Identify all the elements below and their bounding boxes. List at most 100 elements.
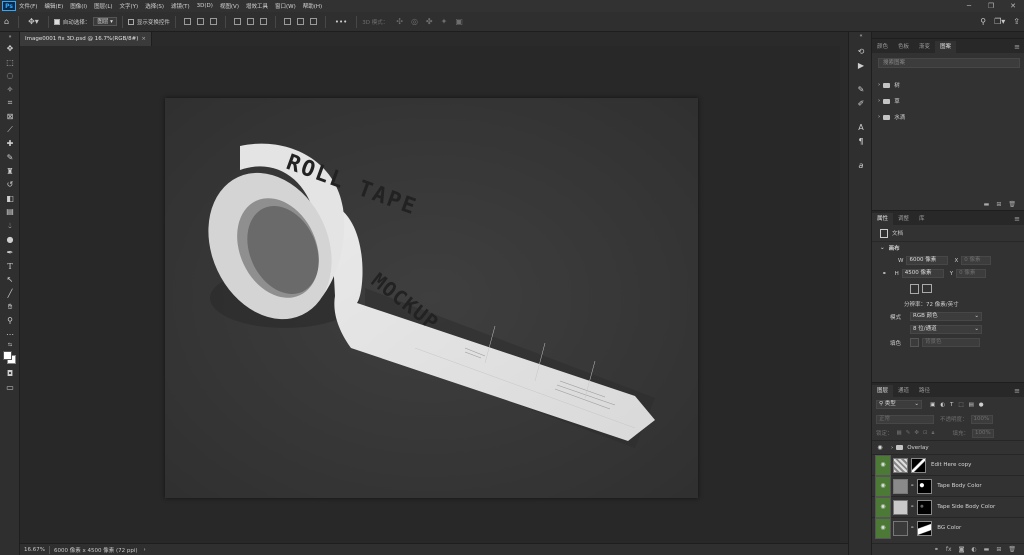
lock-pixels-icon[interactable]: ▦ <box>897 430 902 436</box>
link-icon[interactable]: ⚭ <box>934 546 939 553</box>
brushes-panel-icon[interactable]: ✐ <box>849 96 873 110</box>
character-panel-icon[interactable]: A <box>849 120 873 134</box>
filter-toggle-icon[interactable]: ● <box>979 402 984 408</box>
distribute-center-icon[interactable] <box>296 18 304 25</box>
menu-3d[interactable]: 3D(D) <box>197 3 213 9</box>
new-layer-icon[interactable]: ⊞ <box>996 546 1001 553</box>
menu-type[interactable]: 文字(Y) <box>120 2 139 10</box>
y-field[interactable]: 0 像素 <box>956 269 987 278</box>
group-icon[interactable]: ▬ <box>984 546 990 553</box>
blend-mode-dropdown[interactable]: 正常 <box>876 414 934 424</box>
align-right-icon[interactable] <box>209 18 217 25</box>
layer-row[interactable]: ◉ ⚭ Tape Body Color <box>872 475 1024 497</box>
eraser-tool-icon[interactable]: ◧ <box>0 192 20 206</box>
bit-depth-dropdown[interactable]: 8 位/通道 ⌄ <box>910 325 982 334</box>
fill-dropdown[interactable]: 背景色 <box>922 338 980 347</box>
pattern-group-trees[interactable]: › 树 <box>872 77 1024 93</box>
menu-select[interactable]: 选择(S) <box>145 2 164 10</box>
tab-layers[interactable]: 图层 <box>872 385 894 397</box>
tab-swatches[interactable]: 色板 <box>893 41 914 53</box>
show-transform-checkbox[interactable] <box>127 18 134 25</box>
chevron-right-icon[interactable]: › <box>878 114 880 120</box>
tab-gradients[interactable]: 渐变 <box>914 41 935 53</box>
line-tool-icon[interactable]: ╱ <box>0 287 20 301</box>
close-document-icon[interactable]: × <box>141 32 146 46</box>
layer-row[interactable]: ◉ ⚭ Tape Side Body Color <box>872 496 1024 518</box>
gradient-tool-icon[interactable]: ▤ <box>0 205 20 219</box>
filter-adjustment-icon[interactable]: ◐ <box>940 402 945 408</box>
camera-3d-icon[interactable]: ▣ <box>455 17 463 26</box>
clone-stamp-tool-icon[interactable]: ♜ <box>0 164 20 178</box>
eye-icon[interactable]: ◉ <box>875 517 891 539</box>
menu-filter[interactable]: 滤镜(T) <box>171 2 190 10</box>
align-bottom-icon[interactable] <box>259 18 267 25</box>
chevron-right-icon[interactable]: › <box>878 82 880 88</box>
align-middle-icon[interactable] <box>246 18 254 25</box>
canvas-section-header[interactable]: ⌄ 画布 <box>872 241 1024 254</box>
eye-icon[interactable]: ◉ <box>875 475 891 497</box>
more-options-button[interactable]: ••• <box>335 18 347 26</box>
hand-tool-icon[interactable]: ✋︎ <box>0 300 20 314</box>
path-selection-tool-icon[interactable]: ↖ <box>0 273 20 287</box>
chevron-right-icon[interactable]: › <box>878 98 880 104</box>
eye-icon[interactable]: ◉ <box>875 454 891 476</box>
filter-smart-icon[interactable]: ▤ <box>969 402 974 408</box>
tab-patterns[interactable]: 图案 <box>935 41 957 53</box>
move-tool-icon[interactable]: ✥ <box>0 42 20 56</box>
link-dimensions-icon[interactable]: ⚭ <box>882 271 887 277</box>
search-icon[interactable]: ⚲ <box>980 17 986 26</box>
fx-icon[interactable]: fx <box>946 546 952 553</box>
width-field[interactable]: 6000 像素 <box>906 256 949 265</box>
layer-row[interactable]: ◉ › Overlay <box>872 440 1024 454</box>
height-field[interactable]: 4500 像素 <box>901 269 944 278</box>
layer-row[interactable]: ◉ ⚭ BG Color <box>872 517 1024 539</box>
pen-tool-icon[interactable]: ✒ <box>0 246 20 260</box>
menu-plugins[interactable]: 增效工具 <box>246 2 268 10</box>
marquee-tool-icon[interactable]: ⬚ <box>0 56 20 70</box>
document-canvas[interactable]: ROLL TAPE MOCKUP <box>165 98 698 498</box>
tab-properties[interactable]: 属性 <box>872 213 894 225</box>
slide-3d-icon[interactable]: ✦ <box>441 17 448 26</box>
pattern-search-input[interactable]: 搜索图案 <box>878 58 1020 68</box>
frame-tool-icon[interactable]: ⊠ <box>0 110 20 124</box>
auto-select-dropdown[interactable]: 图层 ▾ <box>93 17 117 26</box>
edit-toolbar-icon[interactable]: ⋯ <box>0 327 20 341</box>
canvas-vertical-scrollbar[interactable] <box>840 46 848 543</box>
adjustment-icon[interactable]: ◐ <box>971 546 976 553</box>
chevron-down-icon[interactable]: ⌄ <box>880 245 885 251</box>
lock-all-icon[interactable]: 🔒︎ <box>932 430 935 437</box>
history-brush-tool-icon[interactable]: ↺ <box>0 178 20 192</box>
healing-brush-tool-icon[interactable]: ✚ <box>0 137 20 151</box>
new-group-icon[interactable]: ▬ <box>984 201 990 208</box>
magic-wand-tool-icon[interactable]: ✧ <box>0 83 20 97</box>
menu-view[interactable]: 视图(V) <box>220 2 239 10</box>
move-tool-icon[interactable]: ✥▾ <box>28 17 39 26</box>
collapse-panels-icon[interactable]: « <box>849 32 873 40</box>
crop-tool-icon[interactable]: ⌗ <box>0 96 20 110</box>
paragraph-panel-icon[interactable]: ¶ <box>849 134 873 148</box>
minimize-button[interactable]: ─ <box>958 0 980 12</box>
eyedropper-tool-icon[interactable]: ⟋ <box>0 124 20 138</box>
filter-pixel-icon[interactable]: ▣ <box>930 402 935 408</box>
distribute-left-icon[interactable] <box>283 18 291 25</box>
history-panel-icon[interactable]: ⟲ <box>849 44 873 58</box>
pan-3d-icon[interactable]: ✤ <box>426 17 433 26</box>
maximize-button[interactable]: ❐ <box>980 0 1002 12</box>
layer-filter-dropdown[interactable]: ⚲ 类型 ⌄ <box>876 400 922 409</box>
filter-shape-icon[interactable]: ⬚ <box>958 402 963 408</box>
menu-layer[interactable]: 图层(L) <box>94 2 112 10</box>
panel-menu-icon[interactable]: ≡ <box>1014 213 1020 225</box>
screen-mode-icon[interactable]: ▭ <box>0 381 20 395</box>
menu-help[interactable]: 帮助(H) <box>303 2 322 10</box>
color-mode-dropdown[interactable]: RGB 颜色 ⌄ <box>910 312 982 321</box>
pattern-group-water[interactable]: › 水滴 <box>872 109 1024 125</box>
tab-paths[interactable]: 路径 <box>914 385 935 397</box>
dodge-tool-icon[interactable]: ● <box>0 232 20 246</box>
foreground-color-swatch[interactable] <box>3 351 12 361</box>
swap-colors-icon[interactable]: ⇆ <box>0 341 20 349</box>
lock-artboard-icon[interactable]: ⊡ <box>923 430 928 436</box>
eye-icon[interactable]: ◉ <box>872 441 888 455</box>
quick-mask-icon[interactable]: ◘ <box>0 367 20 381</box>
layer-row[interactable]: ◉ Edit Here copy <box>872 454 1024 476</box>
opacity-field[interactable]: 100% <box>970 414 993 424</box>
